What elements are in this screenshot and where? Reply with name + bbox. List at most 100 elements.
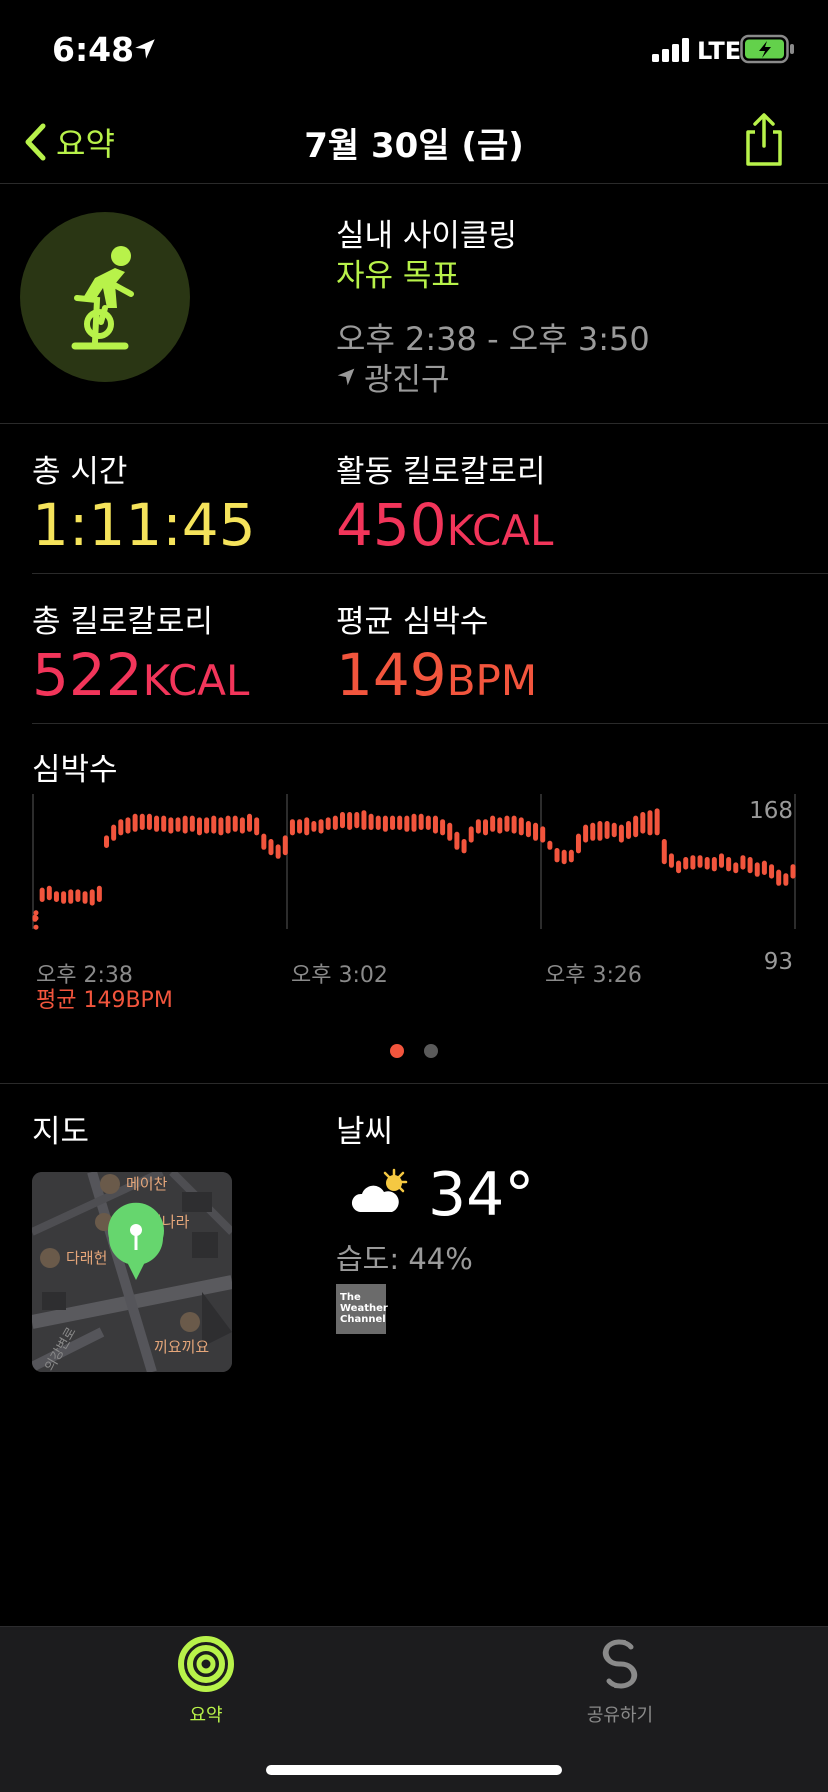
hr-bar (189, 815, 195, 832)
hr-bar (440, 819, 446, 836)
page-indicator[interactable] (0, 1044, 828, 1058)
route-map[interactable]: 메이찬 어나라 다래헌 끼요끼요 의강변로 (32, 1172, 232, 1372)
active-kcal-value-line: 450KCAL (336, 495, 553, 556)
avg-hr-value-line: 149BPM (336, 645, 537, 706)
hr-bar (690, 855, 696, 870)
hr-bar (418, 813, 424, 830)
hr-bar (161, 815, 167, 832)
hr-bar (711, 857, 717, 872)
hr-bar (182, 815, 188, 834)
hr-bar (747, 857, 753, 874)
hr-bar (726, 857, 732, 872)
hr-bar (575, 833, 581, 854)
workout-location-label: 광진구 (364, 362, 450, 398)
heart-rate-average: 평균 149BPM (36, 988, 173, 1013)
map-image: 메이찬 어나라 다래헌 끼요끼요 의강변로 (32, 1172, 232, 1372)
hr-bar (75, 889, 81, 902)
hr-bar (268, 839, 274, 856)
workout-name: 실내 사이클링 (336, 218, 517, 254)
hr-bar (82, 891, 88, 904)
hr-bar (683, 857, 689, 870)
map-place-label: 메이찬 (126, 1175, 168, 1193)
hr-bar (218, 817, 224, 836)
hr-bar (53, 891, 59, 902)
hr-bar (583, 824, 589, 843)
weather-humidity: 습도: 44% (336, 1242, 473, 1276)
provider-line: Weather (340, 1303, 388, 1314)
total-time-value: 1:11:45 (32, 491, 256, 559)
hr-bar (211, 815, 217, 834)
page-title: 7월 30일 (금) (304, 126, 524, 166)
x-axis-tick-label: 오후 3:02 (291, 963, 388, 984)
hr-bar (289, 819, 295, 836)
total-kcal-unit: KCAL (142, 656, 250, 705)
hr-bar (790, 864, 796, 879)
status-bar: 6:48 LTE (0, 0, 828, 100)
hr-bar (626, 821, 632, 839)
hr-bar (139, 813, 145, 830)
hr-bar (397, 815, 403, 830)
avg-hr-unit: BPM (446, 656, 538, 705)
heart-rate-chart: 168 93 오후 2:38 오후 3:02 오후 3:26 (32, 794, 796, 984)
y-axis-min-label: 93 (764, 949, 793, 975)
hr-bar (382, 815, 388, 832)
partly-sunny-icon (351, 1168, 408, 1212)
hr-bar (132, 813, 138, 832)
hr-bar (454, 831, 460, 850)
hr-point (33, 915, 39, 921)
hr-bar (247, 813, 253, 832)
share-icon[interactable] (740, 112, 788, 168)
hr-bar (325, 817, 331, 830)
hr-bar (375, 815, 381, 830)
hr-bar (597, 821, 603, 841)
hr-bar (640, 812, 646, 834)
hr-bar (68, 889, 74, 904)
hr-bar (332, 815, 338, 830)
page-dot[interactable] (424, 1044, 438, 1058)
metric-avg-heart-rate: 평균 심박수 149BPM (336, 596, 537, 706)
hr-bar (611, 822, 617, 838)
hr-bar (275, 844, 281, 859)
hr-bar (618, 824, 624, 843)
hr-bar (104, 835, 110, 848)
hr-bar (647, 810, 653, 836)
hr-bar (525, 821, 531, 838)
hr-bar (339, 812, 345, 829)
hr-bar (754, 862, 760, 877)
hr-bar (96, 885, 102, 902)
hr-bar (540, 826, 546, 843)
activity-rings-icon (178, 1636, 234, 1692)
total-kcal-value: 522 (32, 641, 143, 709)
metric-label: 총 시간 (32, 454, 128, 490)
hr-bar (368, 813, 374, 830)
heart-rate-card[interactable]: 심박수 168 93 오후 2:38 오후 3:02 오후 3:26 평균 149BPM (0, 724, 828, 1084)
hr-bar (225, 815, 231, 834)
cellular-signal-icon (652, 38, 689, 62)
hr-bar (282, 835, 288, 856)
page-dot-active[interactable] (390, 1044, 404, 1058)
home-indicator[interactable] (266, 1765, 562, 1775)
hr-point (33, 910, 39, 916)
navigation-bar: 요약 7월 30일 (금) (0, 100, 828, 184)
tab-summary[interactable]: 요약 (136, 1635, 276, 1727)
sharing-icon (602, 1639, 638, 1689)
hr-bar (776, 869, 782, 886)
hr-bar (175, 817, 181, 832)
map-place-label: 다래헌 (66, 1249, 107, 1267)
tab-sharing[interactable]: 공유하기 (550, 1635, 690, 1727)
hr-bar (89, 889, 95, 906)
tab-sharing-label: 공유하기 (586, 1705, 654, 1726)
hr-bar (61, 891, 67, 904)
hr-bar (196, 817, 202, 836)
hr-bar (568, 849, 574, 863)
hr-bar (146, 813, 152, 830)
hr-bar (404, 815, 410, 832)
hr-bar (769, 864, 775, 879)
hr-bar (125, 817, 131, 834)
metrics-row-1: 총 시간 1:11:45 활동 킬로칼로리 450KCAL (32, 424, 828, 574)
hr-bar (204, 817, 210, 834)
metric-label: 평균 심박수 (336, 604, 489, 640)
hr-bar (347, 812, 353, 830)
hr-bar (761, 860, 767, 875)
hr-bar (390, 815, 396, 830)
